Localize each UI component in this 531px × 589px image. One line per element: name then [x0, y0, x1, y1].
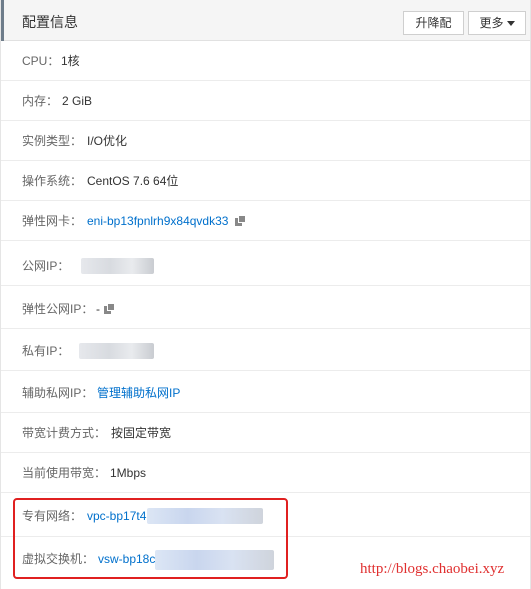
panel-header: 配置信息 升降配 更多: [1, 0, 530, 41]
os-value: CentOS 7.6 64位: [87, 174, 179, 188]
instance-type-label: 实例类型：: [22, 134, 83, 148]
redacted-private-ip: [79, 343, 154, 359]
private-ip-label: 私有IP：: [22, 344, 70, 358]
upgrade-button[interactable]: 升降配: [403, 11, 464, 35]
os-label: 操作系统：: [22, 174, 83, 188]
row-current-bandwidth: 当前使用带宽： 1Mbps: [1, 453, 530, 493]
row-secondary-ip: 辅助私网IP： 管理辅助私网IP: [1, 373, 530, 413]
highlight-box: [13, 498, 288, 579]
row-os: 操作系统： CentOS 7.6 64位: [1, 161, 530, 201]
row-private-ip: 私有IP：: [1, 331, 530, 371]
copy-icon[interactable]: [104, 303, 116, 315]
bandwidth-billing-value: 按固定带宽: [111, 426, 172, 440]
panel-title: 配置信息: [22, 14, 78, 30]
watermark-text: http://blogs.chaobei.xyz: [360, 561, 505, 577]
cpu-label: CPU：: [22, 54, 60, 68]
bandwidth-billing-label: 带宽计费方式：: [22, 426, 107, 440]
chevron-down-icon: [506, 21, 515, 27]
more-label: 更多: [479, 16, 504, 30]
row-instance-type: 实例类型： I/O优化: [1, 121, 530, 161]
more-dropdown-button[interactable]: 更多: [468, 11, 526, 35]
instance-type-value: I/O优化: [87, 134, 128, 148]
current-bandwidth-value: 1Mbps: [110, 466, 147, 480]
eni-link[interactable]: eni-bp13fpnlrh9x84qvdk33: [87, 201, 228, 241]
row-eni: 弹性网卡： eni-bp13fpnlrh9x84qvdk33: [1, 201, 530, 241]
secondary-ip-label: 辅助私网IP：: [22, 386, 94, 400]
row-eip: 弹性公网IP： -: [1, 289, 530, 329]
header-accent-bar: [1, 0, 4, 41]
current-bandwidth-label: 当前使用带宽：: [22, 466, 107, 480]
row-memory: 内存： 2 GiB: [1, 81, 530, 121]
redacted-public-ip: [81, 258, 154, 274]
cpu-value: 1核: [61, 54, 80, 68]
row-cpu: CPU： 1核: [1, 41, 530, 81]
copy-icon[interactable]: [235, 215, 247, 227]
manage-secondary-ip-link[interactable]: 管理辅助私网IP: [97, 373, 180, 413]
public-ip-label: 公网IP：: [22, 259, 70, 273]
row-public-ip: 公网IP：: [1, 246, 530, 286]
row-bandwidth-billing: 带宽计费方式： 按固定带宽: [1, 413, 530, 453]
memory-label: 内存：: [22, 94, 59, 108]
eip-label: 弹性公网IP：: [22, 302, 94, 316]
eni-label: 弹性网卡：: [22, 214, 83, 228]
memory-value: 2 GiB: [62, 94, 93, 108]
eip-value: -: [96, 302, 100, 316]
